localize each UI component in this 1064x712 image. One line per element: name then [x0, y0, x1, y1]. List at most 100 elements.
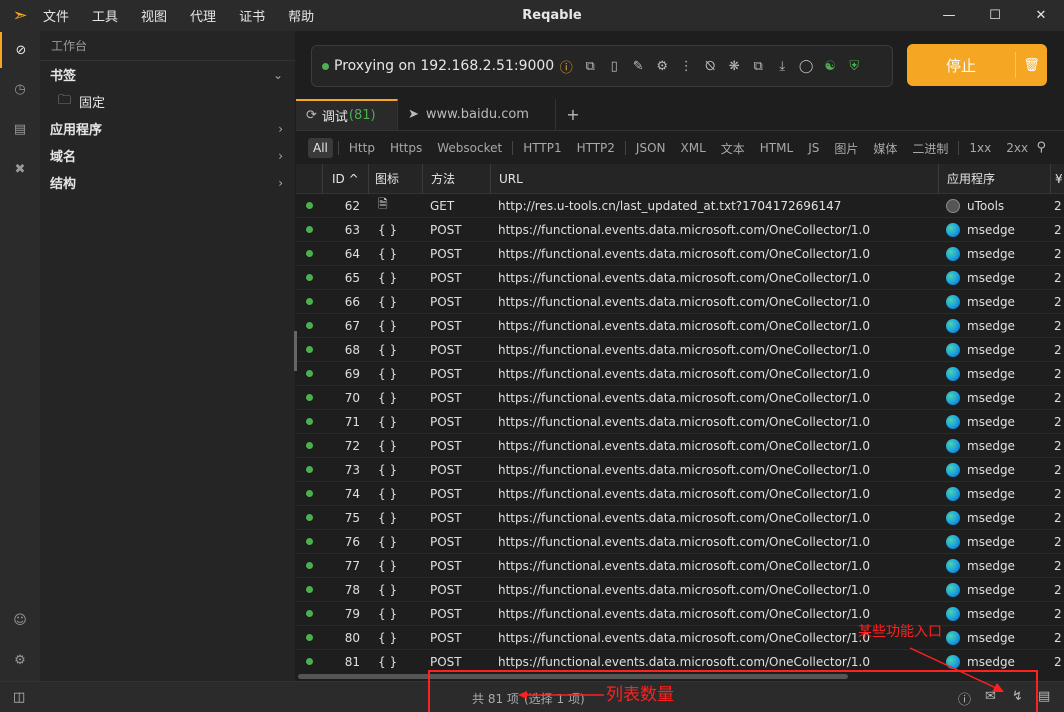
table-row[interactable]: 73 { } POST https://functional.events.data.…	[296, 458, 1064, 482]
broadcast-icon: ⟳	[306, 108, 317, 123]
table-row[interactable]: 78 { } POST https://functional.events.data.…	[296, 578, 1064, 602]
filter-media[interactable]: 媒体	[868, 137, 902, 160]
table-row[interactable]: 75 { } POST https://functional.events.data.…	[296, 506, 1064, 530]
filter-http2[interactable]: HTTP2	[572, 138, 620, 158]
stop-proxy-button[interactable]: 停止 🗑	[907, 44, 1047, 86]
row-extra: 2	[1054, 270, 1062, 285]
status-dot	[305, 322, 313, 329]
filter-websocket[interactable]: Websocket	[432, 138, 507, 158]
table-row[interactable]: 68 { } POST https://functional.events.data.…	[296, 338, 1064, 362]
shield-icon[interactable]: ⛨	[842, 59, 866, 74]
menu-file[interactable]: 文件	[43, 6, 80, 25]
maximize-button[interactable]: ☐	[972, 0, 1018, 31]
filter-html[interactable]: HTML	[755, 138, 798, 158]
edit-pencil-icon[interactable]: ✎	[626, 59, 650, 74]
column-header-url[interactable]: URL	[490, 164, 938, 194]
table-row[interactable]: 77 { } POST https://functional.events.data.…	[296, 554, 1064, 578]
mobile-icon[interactable]: ▯	[602, 59, 626, 74]
row-extra: 2	[1054, 630, 1062, 645]
settings-gear-icon[interactable]: ⚙	[0, 642, 40, 678]
menu-certificate[interactable]: 证书	[239, 6, 276, 25]
menu-tools[interactable]: 工具	[92, 6, 129, 25]
trash-icon[interactable]: 🗑	[1016, 58, 1047, 73]
table-row[interactable]: 63 { } POST https://functional.events.data.…	[296, 218, 1064, 242]
filter-2xx[interactable]: 2xx	[1001, 138, 1033, 158]
column-header-app[interactable]: 应用程序	[938, 164, 1050, 194]
table-row[interactable]: 74 { } POST https://functional.events.data.…	[296, 482, 1064, 506]
row-app: msedge	[938, 438, 1050, 453]
filter-xml[interactable]: XML	[676, 138, 711, 158]
column-header-extra[interactable]: ¥	[1050, 164, 1064, 194]
history-icon[interactable]: ◷	[0, 71, 40, 107]
filter-text[interactable]: 文本	[716, 137, 750, 160]
status-dot	[305, 442, 313, 449]
filter-https[interactable]: Https	[385, 138, 427, 158]
globe-icon[interactable]: ☯	[818, 59, 842, 74]
info-icon[interactable]: ⓘ	[554, 57, 578, 76]
collections-icon[interactable]: ▤	[0, 111, 40, 147]
menu-help[interactable]: 帮助	[288, 6, 325, 25]
toggle-sidebar-icon[interactable]: ◫	[13, 690, 25, 705]
column-header-icon[interactable]: 图标	[368, 164, 422, 194]
tab-baidu[interactable]: ➤ www.baidu.com	[398, 99, 556, 130]
filter-json[interactable]: JSON	[631, 138, 671, 158]
drop-icon[interactable]: ◯	[794, 59, 818, 74]
tab-debug[interactable]: ⟳ 调试 (81)	[296, 99, 398, 130]
row-extra: 2	[1054, 294, 1062, 309]
table-row[interactable]: 66 { } POST https://functional.events.data.…	[296, 290, 1064, 314]
menu-proxy[interactable]: 代理	[190, 6, 227, 25]
table-row[interactable]: 79 { } POST https://functional.events.data.…	[296, 602, 1064, 626]
network-off-icon[interactable]: ⦰	[698, 59, 722, 74]
panel-resize-handle[interactable]	[294, 331, 297, 371]
sidebar-item-label: 结构	[50, 177, 77, 192]
table-row[interactable]: 70 { } POST https://functional.events.data.…	[296, 386, 1064, 410]
tab-label: www.baidu.com	[425, 107, 529, 122]
table-row[interactable]: 65 { } POST https://functional.events.data.…	[296, 266, 1064, 290]
add-tab-button[interactable]: +	[556, 99, 590, 130]
json-icon: { }	[378, 558, 398, 573]
filter-binary[interactable]: 二进制	[907, 137, 953, 160]
row-url: https://functional.events.data.microsoft…	[498, 318, 870, 333]
filter-icon[interactable]: ⋮	[674, 59, 698, 74]
filter-all[interactable]: All	[308, 138, 333, 158]
table-row[interactable]: 64 { } POST https://functional.events.data.…	[296, 242, 1064, 266]
table-row[interactable]: 67 { } POST https://functional.events.data.…	[296, 314, 1064, 338]
menu-view[interactable]: 视图	[141, 6, 178, 25]
account-icon[interactable]: ☺	[0, 602, 40, 638]
copy-icon[interactable]: ⧉	[578, 59, 602, 74]
column-header-method[interactable]: 方法	[422, 164, 490, 194]
filter-1xx[interactable]: 1xx	[964, 138, 996, 158]
column-header-id[interactable]: ID ^	[322, 164, 368, 194]
row-id: 72	[344, 438, 360, 453]
sidebar-item-apps[interactable]: 应用程序 ›	[40, 115, 295, 142]
ssl-lock-icon[interactable]: ⚙	[650, 59, 674, 74]
close-button[interactable]: ✕	[1018, 0, 1064, 31]
filter-http[interactable]: Http	[344, 138, 380, 158]
sidebar-item-domains[interactable]: 域名 ›	[40, 142, 295, 169]
table-row[interactable]: 62 🗎 GET http://res.u-tools.cn/last_updated…	[296, 194, 1064, 218]
sidebar-item-bookmarks[interactable]: 书签 ⌄	[40, 61, 295, 88]
row-app: msedge	[938, 366, 1050, 381]
sidebar-item-pinned[interactable]: 🗀 固定	[40, 88, 295, 115]
filter-image[interactable]: 图片	[829, 137, 863, 160]
download-icon[interactable]: ⤓	[770, 59, 794, 74]
table-row[interactable]: 76 { } POST https://functional.events.data.…	[296, 530, 1064, 554]
capture-icon[interactable]: ⊘	[0, 32, 40, 68]
bug-icon[interactable]: ❋	[722, 59, 746, 74]
status-dot	[305, 226, 313, 233]
row-app-name: msedge	[967, 630, 1015, 645]
msedge-icon	[946, 318, 960, 333]
row-app: msedge	[938, 342, 1050, 357]
script-icon[interactable]: ⧉	[746, 59, 770, 74]
row-id: 68	[344, 342, 360, 357]
layout-split-icon[interactable]: ▤	[1038, 689, 1050, 704]
table-row[interactable]: 72 { } POST https://functional.events.data.…	[296, 434, 1064, 458]
table-row[interactable]: 69 { } POST https://functional.events.data.…	[296, 362, 1064, 386]
sidebar-item-structure[interactable]: 结构 ›	[40, 169, 295, 196]
filter-js[interactable]: JS	[803, 138, 824, 158]
minimize-button[interactable]: —	[926, 0, 972, 31]
table-row[interactable]: 71 { } POST https://functional.events.data.…	[296, 410, 1064, 434]
filter-http1[interactable]: HTTP1	[518, 138, 566, 158]
search-icon[interactable]: ⚲	[1036, 140, 1046, 155]
tools-icon[interactable]: ✖	[0, 151, 40, 187]
